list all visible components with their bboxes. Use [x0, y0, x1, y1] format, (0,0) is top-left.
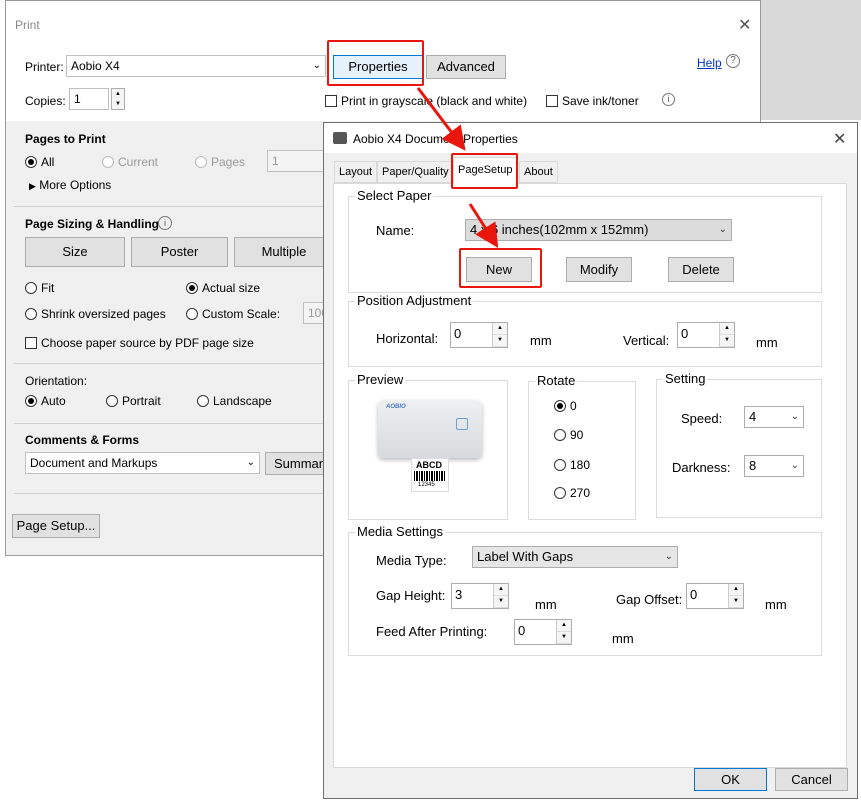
arrow-to-pagesetup — [416, 87, 466, 151]
arrow-to-new — [468, 203, 499, 249]
annotation-arrows — [416, 87, 499, 249]
